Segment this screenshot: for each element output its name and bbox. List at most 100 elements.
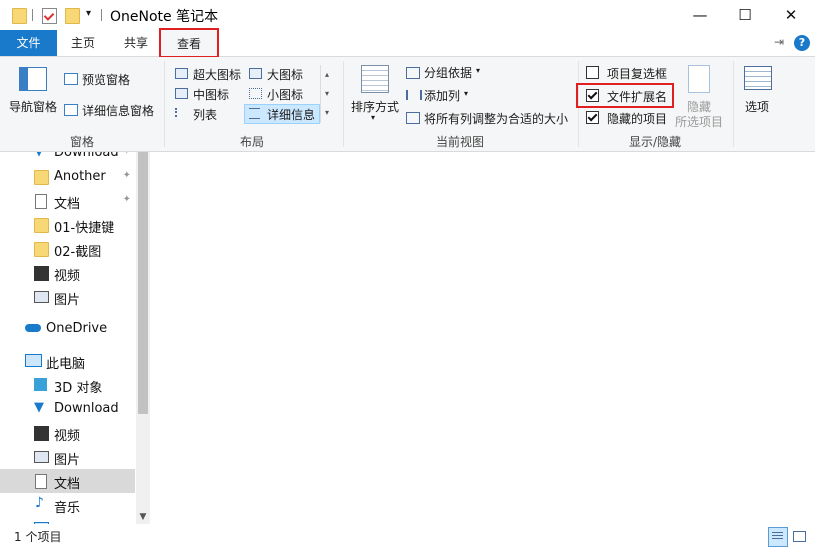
large-icons-view-icon[interactable] (790, 527, 808, 545)
layout-details[interactable]: 详细信息 (267, 106, 315, 123)
preview-pane-icon (64, 73, 78, 85)
nav-item-videos-quick[interactable]: 视频 (0, 262, 135, 284)
nav-item-label: Download (54, 152, 119, 160)
nav-item-label: 视频 (54, 429, 81, 444)
navigation-pane-icon[interactable] (19, 67, 47, 91)
video-icon (34, 426, 49, 441)
download-icon: ▼ (34, 400, 44, 415)
layout-large-icons[interactable]: 大图标 (267, 66, 303, 83)
layout-scroll-arrows[interactable]: ▴ ▾ ▾ (320, 65, 333, 123)
picture-icon (34, 291, 49, 303)
nav-item-02-screenshots[interactable]: 02-截图 (0, 238, 135, 260)
nav-scrollbar[interactable]: ▼ (136, 152, 150, 524)
folder-icon (34, 242, 49, 257)
options-button[interactable]: 选项 (745, 98, 769, 115)
ribbon: 导航窗格 预览窗格 详细信息窗格 窗格 超大图标 大图标 中图标 小图标 列表 … (0, 57, 815, 152)
chevron-down-icon: ▾ (464, 89, 469, 98)
medium-icons-icon (175, 88, 188, 99)
layout-extra-large-icons[interactable]: 超大图标 (193, 66, 241, 83)
fit-columns-icon (406, 112, 420, 124)
nav-item-label: 文档 (54, 197, 81, 212)
nav-item-label: Another (54, 169, 106, 184)
navigation-pane-button[interactable]: 导航窗格 (9, 98, 57, 115)
details-icon (249, 108, 260, 119)
nav-item-documents[interactable]: 文档 (0, 469, 135, 493)
panes-group-label: 窗格 (69, 135, 94, 149)
nav-item-label: OneDrive (46, 321, 108, 336)
hidden-items-label[interactable]: 隐藏的项目 (607, 110, 667, 127)
tab-file[interactable]: 文件 (0, 30, 57, 56)
tab-view[interactable]: 查看 (159, 28, 219, 58)
cube-icon (34, 378, 47, 391)
properties-icon[interactable] (42, 8, 57, 24)
status-bar: 1 个项目 (0, 524, 815, 548)
ribbon-tabs: 文件 主页 共享 查看 ⇥ ? (0, 28, 815, 58)
add-columns-button[interactable]: 添加列 (424, 87, 460, 104)
details-pane-icon (64, 104, 78, 116)
layout-medium-icons[interactable]: 中图标 (193, 86, 229, 103)
nav-item-this-pc[interactable]: 此电脑 (0, 350, 135, 372)
nav-item-onedrive[interactable]: OneDrive (0, 318, 135, 340)
layout-list[interactable]: 列表 (193, 106, 217, 123)
title-bar: ▾ OneNote 笔记本 — ☐ ✕ (0, 0, 815, 30)
customize-quick-access-icon[interactable]: ▾ (86, 8, 91, 19)
nav-item-pictures[interactable]: 图片 (0, 446, 135, 468)
file-extensions-label[interactable]: 文件扩展名 (607, 88, 667, 105)
music-icon: ♪ (35, 495, 44, 511)
chevron-down-icon: ▾ (371, 113, 376, 122)
nav-item-label: 文档 (54, 477, 81, 492)
nav-item-download-pinned[interactable]: ▼ Download ✦ (0, 152, 135, 164)
list-icon (175, 108, 188, 117)
nav-item-label: 01-快捷键 (54, 221, 115, 236)
file-list-area[interactable] (151, 152, 815, 524)
nav-item-label: 音乐 (54, 501, 81, 516)
large-icons-icon (249, 68, 262, 79)
preview-pane-button[interactable]: 预览窗格 (82, 71, 130, 88)
pin-ribbon-icon[interactable]: ⇥ (774, 35, 784, 49)
item-checkboxes-checkbox[interactable] (586, 66, 599, 79)
nav-item-3d-objects[interactable]: 3D 对象 (0, 374, 135, 396)
fit-columns-button[interactable]: 将所有列调整为合适的大小 (424, 110, 568, 127)
hide-selected-label-line2[interactable]: 所选项目 (675, 113, 723, 130)
minimize-button[interactable]: — (677, 0, 723, 30)
item-checkboxes-label[interactable]: 项目复选框 (607, 65, 667, 82)
help-icon[interactable]: ? (794, 35, 810, 51)
tab-share[interactable]: 共享 (114, 30, 158, 56)
tab-home[interactable]: 主页 (62, 30, 104, 56)
pin-icon: ✦ (122, 194, 131, 205)
nav-item-01-shortcuts[interactable]: 01-快捷键 (0, 214, 135, 236)
pin-icon: ✦ (123, 152, 131, 157)
nav-item-downloads[interactable]: ▼ Download (0, 398, 135, 420)
document-icon (35, 474, 47, 489)
download-icon: ▼ (34, 152, 47, 159)
window-title: OneNote 笔记本 (110, 9, 219, 25)
layout-small-icons[interactable]: 小图标 (267, 86, 303, 103)
options-icon (744, 66, 772, 90)
details-pane-button[interactable]: 详细信息窗格 (82, 102, 154, 119)
nav-item-label: 此电脑 (46, 357, 86, 372)
close-button[interactable]: ✕ (768, 0, 814, 30)
group-by-button[interactable]: 分组依据 (424, 64, 472, 81)
scrollbar-thumb[interactable] (138, 152, 148, 414)
item-count: 1 个项目 (14, 530, 62, 544)
nav-item-music[interactable]: ♪ 音乐 (0, 494, 135, 516)
group-separator (343, 61, 344, 147)
scroll-down-icon[interactable]: ▼ (138, 512, 148, 522)
computer-icon (25, 354, 42, 367)
folder-icon (34, 170, 49, 185)
maximize-button[interactable]: ☐ (722, 0, 768, 30)
group-by-icon (406, 67, 420, 79)
details-view-icon[interactable] (768, 527, 788, 547)
new-folder-icon[interactable] (65, 8, 80, 24)
nav-item-documents-pinned[interactable]: 文档 ✦ (0, 190, 135, 212)
nav-item-label: 图片 (54, 293, 81, 308)
show-hide-group-label: 显示/隐藏 (628, 135, 682, 149)
chevron-down-icon: ▾ (476, 66, 481, 75)
nav-item-pictures-quick[interactable]: 图片 (0, 286, 135, 308)
hidden-items-checkbox[interactable] (586, 111, 599, 124)
file-extensions-checkbox[interactable] (586, 89, 599, 102)
nav-item-another[interactable]: Another ✦ (0, 166, 135, 188)
nav-item-label: 3D 对象 (54, 381, 103, 396)
nav-item-label: 图片 (54, 453, 81, 468)
nav-item-videos[interactable]: 视频 (0, 422, 135, 444)
